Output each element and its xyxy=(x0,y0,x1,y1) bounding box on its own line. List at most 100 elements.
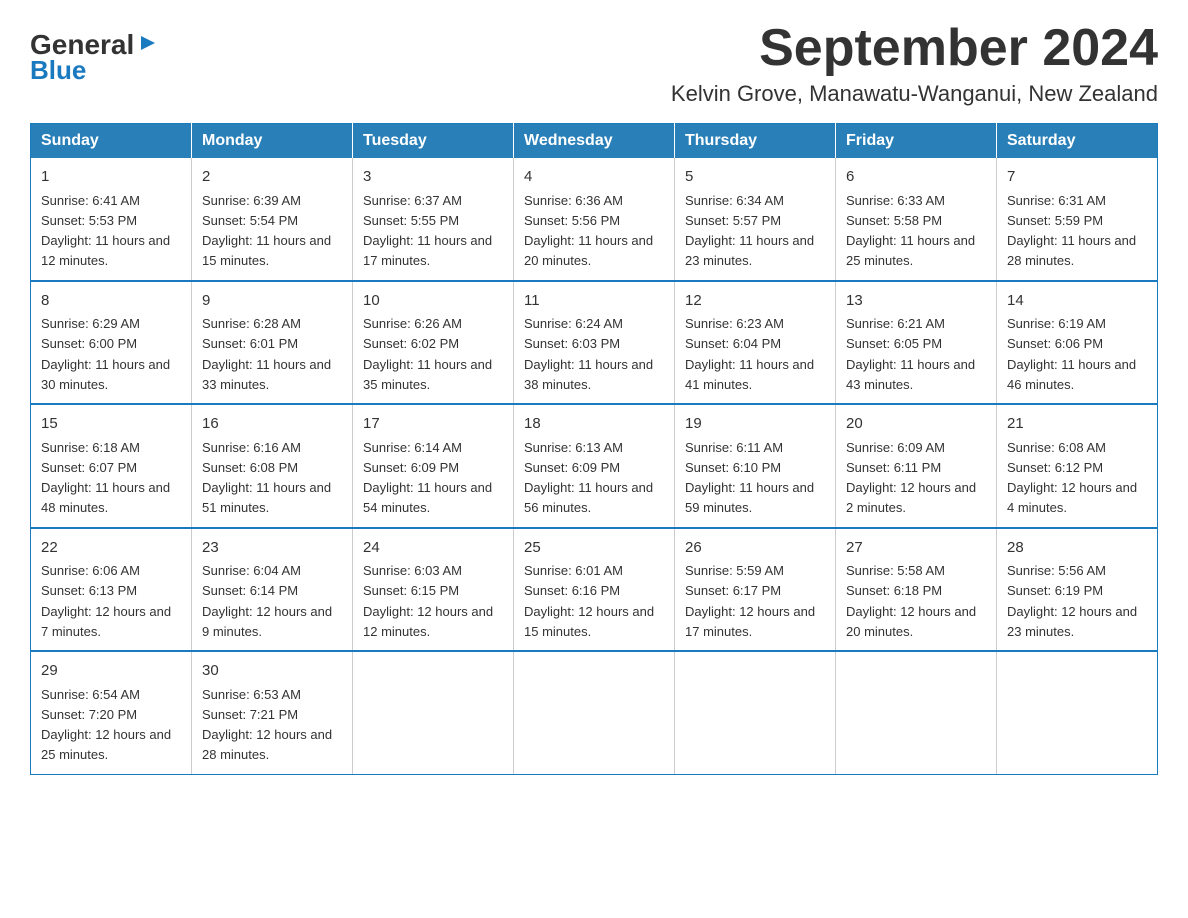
day-number: 17 xyxy=(363,413,503,436)
calendar-cell-w2-d1: 9 Sunrise: 6:28 AMSunset: 6:01 PMDayligh… xyxy=(192,281,353,405)
calendar-title: September 2024 xyxy=(671,20,1158,77)
calendar-cell-w3-d2: 17 Sunrise: 6:14 AMSunset: 6:09 PMDaylig… xyxy=(353,404,514,528)
calendar-cell-w3-d6: 21 Sunrise: 6:08 AMSunset: 6:12 PMDaylig… xyxy=(997,404,1158,528)
day-number: 28 xyxy=(1007,537,1147,560)
col-header-tuesday: Tuesday xyxy=(353,124,514,159)
day-info: Sunrise: 6:28 AMSunset: 6:01 PMDaylight:… xyxy=(202,316,331,392)
calendar-cell-w1-d3: 4 Sunrise: 6:36 AMSunset: 5:56 PMDayligh… xyxy=(514,158,675,281)
day-info: Sunrise: 6:14 AMSunset: 6:09 PMDaylight:… xyxy=(363,440,492,516)
calendar-cell-w3-d0: 15 Sunrise: 6:18 AMSunset: 6:07 PMDaylig… xyxy=(31,404,192,528)
day-info: Sunrise: 5:56 AMSunset: 6:19 PMDaylight:… xyxy=(1007,563,1137,639)
day-number: 2 xyxy=(202,166,342,189)
calendar-cell-w3-d4: 19 Sunrise: 6:11 AMSunset: 6:10 PMDaylig… xyxy=(675,404,836,528)
day-number: 7 xyxy=(1007,166,1147,189)
day-number: 20 xyxy=(846,413,986,436)
day-info: Sunrise: 6:36 AMSunset: 5:56 PMDaylight:… xyxy=(524,193,653,269)
calendar-cell-w3-d1: 16 Sunrise: 6:16 AMSunset: 6:08 PMDaylig… xyxy=(192,404,353,528)
day-info: Sunrise: 6:34 AMSunset: 5:57 PMDaylight:… xyxy=(685,193,814,269)
day-number: 8 xyxy=(41,290,181,313)
day-number: 24 xyxy=(363,537,503,560)
calendar-cell-w4-d6: 28 Sunrise: 5:56 AMSunset: 6:19 PMDaylig… xyxy=(997,528,1158,652)
week-row-1: 1 Sunrise: 6:41 AMSunset: 5:53 PMDayligh… xyxy=(31,158,1158,281)
day-info: Sunrise: 5:59 AMSunset: 6:17 PMDaylight:… xyxy=(685,563,815,639)
calendar-cell-w3-d3: 18 Sunrise: 6:13 AMSunset: 6:09 PMDaylig… xyxy=(514,404,675,528)
calendar-cell-w2-d5: 13 Sunrise: 6:21 AMSunset: 6:05 PMDaylig… xyxy=(836,281,997,405)
day-info: Sunrise: 6:26 AMSunset: 6:02 PMDaylight:… xyxy=(363,316,492,392)
day-info: Sunrise: 6:37 AMSunset: 5:55 PMDaylight:… xyxy=(363,193,492,269)
calendar-table: Sunday Monday Tuesday Wednesday Thursday… xyxy=(30,123,1158,775)
col-header-sunday: Sunday xyxy=(31,124,192,159)
day-info: Sunrise: 6:04 AMSunset: 6:14 PMDaylight:… xyxy=(202,563,332,639)
calendar-cell-w4-d1: 23 Sunrise: 6:04 AMSunset: 6:14 PMDaylig… xyxy=(192,528,353,652)
day-number: 21 xyxy=(1007,413,1147,436)
calendar-cell-w5-d6 xyxy=(997,651,1158,774)
calendar-cell-w4-d4: 26 Sunrise: 5:59 AMSunset: 6:17 PMDaylig… xyxy=(675,528,836,652)
week-row-3: 15 Sunrise: 6:18 AMSunset: 6:07 PMDaylig… xyxy=(31,404,1158,528)
calendar-cell-w1-d6: 7 Sunrise: 6:31 AMSunset: 5:59 PMDayligh… xyxy=(997,158,1158,281)
calendar-cell-w1-d1: 2 Sunrise: 6:39 AMSunset: 5:54 PMDayligh… xyxy=(192,158,353,281)
calendar-cell-w1-d2: 3 Sunrise: 6:37 AMSunset: 5:55 PMDayligh… xyxy=(353,158,514,281)
day-info: Sunrise: 6:13 AMSunset: 6:09 PMDaylight:… xyxy=(524,440,653,516)
day-info: Sunrise: 6:54 AMSunset: 7:20 PMDaylight:… xyxy=(41,687,171,763)
day-number: 18 xyxy=(524,413,664,436)
day-info: Sunrise: 6:03 AMSunset: 6:15 PMDaylight:… xyxy=(363,563,493,639)
day-number: 29 xyxy=(41,660,181,683)
week-row-2: 8 Sunrise: 6:29 AMSunset: 6:00 PMDayligh… xyxy=(31,281,1158,405)
calendar-cell-w2-d2: 10 Sunrise: 6:26 AMSunset: 6:02 PMDaylig… xyxy=(353,281,514,405)
calendar-cell-w2-d0: 8 Sunrise: 6:29 AMSunset: 6:00 PMDayligh… xyxy=(31,281,192,405)
day-number: 5 xyxy=(685,166,825,189)
calendar-cell-w4-d5: 27 Sunrise: 5:58 AMSunset: 6:18 PMDaylig… xyxy=(836,528,997,652)
calendar-cell-w5-d2 xyxy=(353,651,514,774)
day-number: 11 xyxy=(524,290,664,313)
col-header-wednesday: Wednesday xyxy=(514,124,675,159)
day-number: 9 xyxy=(202,290,342,313)
calendar-header: Sunday Monday Tuesday Wednesday Thursday… xyxy=(31,124,1158,159)
calendar-cell-w5-d1: 30 Sunrise: 6:53 AMSunset: 7:21 PMDaylig… xyxy=(192,651,353,774)
col-header-friday: Friday xyxy=(836,124,997,159)
day-number: 6 xyxy=(846,166,986,189)
header-row: Sunday Monday Tuesday Wednesday Thursday… xyxy=(31,124,1158,159)
day-info: Sunrise: 6:18 AMSunset: 6:07 PMDaylight:… xyxy=(41,440,170,516)
page-header: General Blue September 2024 Kelvin Grove… xyxy=(30,20,1158,107)
logo-blue-text: Blue xyxy=(30,55,86,86)
title-area: September 2024 Kelvin Grove, Manawatu-Wa… xyxy=(671,20,1158,107)
day-info: Sunrise: 6:11 AMSunset: 6:10 PMDaylight:… xyxy=(685,440,814,516)
logo-arrow-icon xyxy=(137,32,159,59)
day-number: 25 xyxy=(524,537,664,560)
day-info: Sunrise: 6:16 AMSunset: 6:08 PMDaylight:… xyxy=(202,440,331,516)
day-number: 22 xyxy=(41,537,181,560)
day-info: Sunrise: 6:09 AMSunset: 6:11 PMDaylight:… xyxy=(846,440,976,516)
col-header-thursday: Thursday xyxy=(675,124,836,159)
day-info: Sunrise: 5:58 AMSunset: 6:18 PMDaylight:… xyxy=(846,563,976,639)
day-number: 14 xyxy=(1007,290,1147,313)
calendar-cell-w5-d0: 29 Sunrise: 6:54 AMSunset: 7:20 PMDaylig… xyxy=(31,651,192,774)
day-info: Sunrise: 6:01 AMSunset: 6:16 PMDaylight:… xyxy=(524,563,654,639)
day-info: Sunrise: 6:21 AMSunset: 6:05 PMDaylight:… xyxy=(846,316,975,392)
day-info: Sunrise: 6:06 AMSunset: 6:13 PMDaylight:… xyxy=(41,563,171,639)
calendar-cell-w4-d0: 22 Sunrise: 6:06 AMSunset: 6:13 PMDaylig… xyxy=(31,528,192,652)
day-number: 30 xyxy=(202,660,342,683)
day-number: 12 xyxy=(685,290,825,313)
calendar-body: 1 Sunrise: 6:41 AMSunset: 5:53 PMDayligh… xyxy=(31,158,1158,774)
calendar-cell-w5-d4 xyxy=(675,651,836,774)
col-header-saturday: Saturday xyxy=(997,124,1158,159)
day-number: 4 xyxy=(524,166,664,189)
day-number: 10 xyxy=(363,290,503,313)
logo: General Blue xyxy=(30,30,159,86)
day-number: 13 xyxy=(846,290,986,313)
calendar-cell-w5-d3 xyxy=(514,651,675,774)
day-info: Sunrise: 6:53 AMSunset: 7:21 PMDaylight:… xyxy=(202,687,332,763)
day-number: 16 xyxy=(202,413,342,436)
day-info: Sunrise: 6:39 AMSunset: 5:54 PMDaylight:… xyxy=(202,193,331,269)
day-number: 1 xyxy=(41,166,181,189)
day-info: Sunrise: 6:08 AMSunset: 6:12 PMDaylight:… xyxy=(1007,440,1137,516)
calendar-cell-w5-d5 xyxy=(836,651,997,774)
col-header-monday: Monday xyxy=(192,124,353,159)
day-info: Sunrise: 6:24 AMSunset: 6:03 PMDaylight:… xyxy=(524,316,653,392)
week-row-4: 22 Sunrise: 6:06 AMSunset: 6:13 PMDaylig… xyxy=(31,528,1158,652)
logo-triangle-svg xyxy=(137,32,159,54)
day-info: Sunrise: 6:23 AMSunset: 6:04 PMDaylight:… xyxy=(685,316,814,392)
calendar-cell-w2-d4: 12 Sunrise: 6:23 AMSunset: 6:04 PMDaylig… xyxy=(675,281,836,405)
day-number: 19 xyxy=(685,413,825,436)
day-info: Sunrise: 6:31 AMSunset: 5:59 PMDaylight:… xyxy=(1007,193,1136,269)
